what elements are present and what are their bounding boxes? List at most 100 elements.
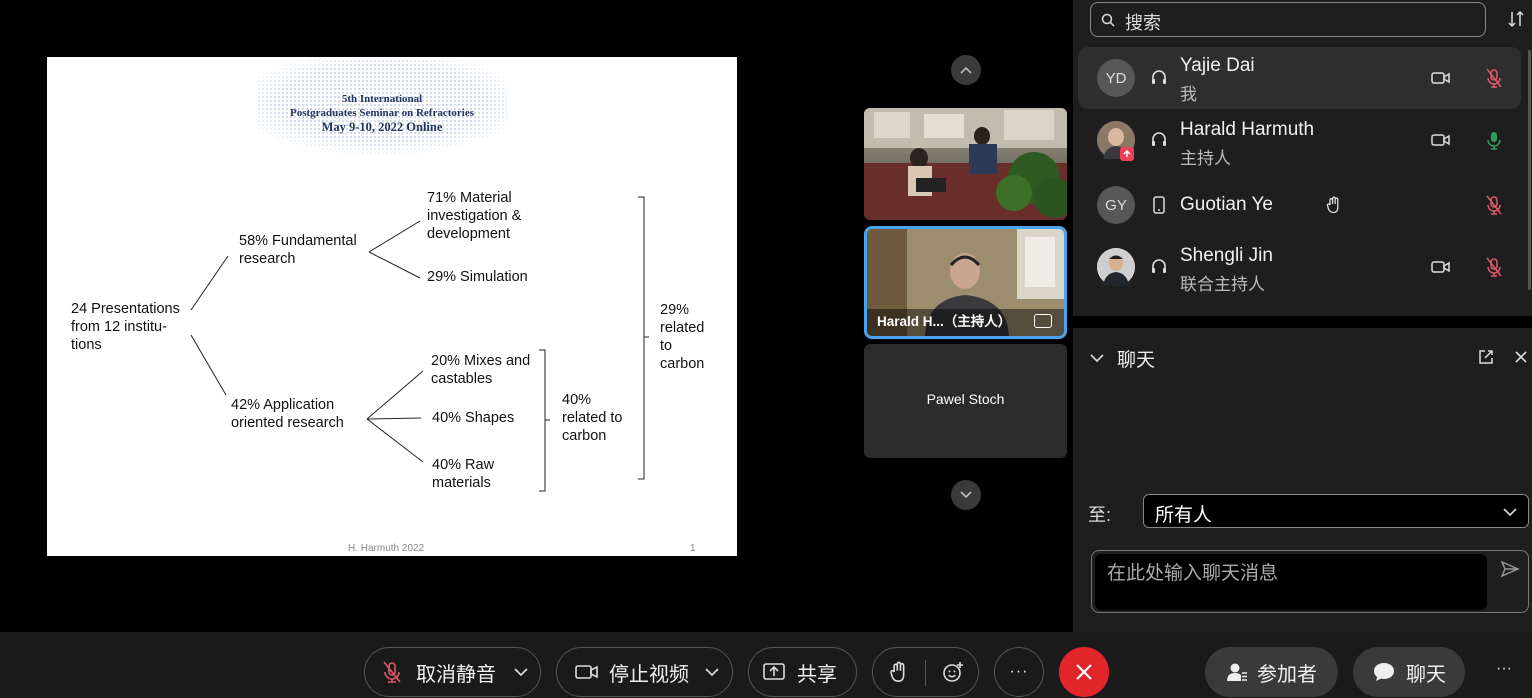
participant-name: Guotian Ye [1180,194,1273,215]
mic-muted-icon [383,661,401,683]
slide-footer-author: H. Harmuth 2022 [348,543,425,554]
toolbar-divider [925,660,926,686]
participant-search-input[interactable]: 搜索 [1090,2,1486,37]
participants-icon [1227,663,1247,681]
close-icon [1076,664,1092,680]
raised-hand-icon [890,661,905,682]
raise-hand-button[interactable] [887,660,911,684]
raised-hand-icon [1323,194,1345,216]
mic-muted-icon[interactable] [1483,256,1505,278]
video-camera-icon [575,665,598,679]
share-button[interactable]: 共享 [748,647,857,697]
search-placeholder: 搜索 [1125,13,1161,33]
scroll-down-button[interactable] [951,480,981,510]
video-tile-room[interactable] [864,108,1067,220]
participant-list-scrollbar[interactable] [1528,50,1531,290]
slide-page-number: 1 [690,543,696,554]
room-video-frame [864,108,1067,220]
application-node-text: 42% Application oriented research [231,397,344,431]
popout-chat-button[interactable] [1476,347,1496,367]
mic-muted-icon[interactable] [1483,67,1505,89]
headset-icon [1148,67,1170,89]
carbon-29-text: 29% related to carbon [660,302,705,372]
search-icon [1101,13,1115,27]
participant-role: 主持人 [1180,149,1231,168]
participant-name: Yajie Dai [1180,55,1255,76]
chat-bubble-icon [1374,663,1394,681]
collapse-chat-button[interactable] [1087,348,1107,368]
participant-role: 联合主持人 [1180,275,1265,294]
chat-title: 聊天 [1117,350,1156,371]
participants-label: 参加者 [1257,663,1317,686]
participant-row-shengli[interactable]: Shengli Jin 联合主持人 [1078,236,1521,298]
participant-row-yajie[interactable]: YD Yajie Dai 我 [1078,47,1521,109]
participant-name: Shengli Jin [1180,245,1273,266]
reactions-button[interactable] [941,660,965,684]
headset-icon [1148,256,1170,278]
stop-video-button[interactable]: 停止视频 [556,647,733,697]
avatar: YD [1097,59,1135,97]
headset-icon [1148,129,1170,151]
avatar: GY [1097,186,1135,224]
chat-message-input[interactable]: 在此处输入聊天消息 [1091,550,1529,613]
participant-role: 我 [1180,85,1197,104]
send-button[interactable] [1498,557,1522,581]
participant-name: Harald Harmuth [1180,119,1315,140]
chat-panel: 聊天 至: 所有人 在此处输入聊天消息 [1073,328,1532,632]
unmute-button[interactable]: 取消静音 [364,647,541,697]
shared-slide: 5th International Postgraduates Seminar … [47,57,737,556]
chat-input-field[interactable]: 在此处输入聊天消息 [1095,554,1487,610]
emoji-add-icon [943,662,963,682]
participants-button[interactable]: 参加者 [1205,647,1338,697]
chevron-down-icon [960,491,972,499]
stop-video-label: 停止视频 [609,663,689,686]
more-options-button[interactable]: ··· [994,647,1044,697]
participant-row-guotian[interactable]: GY Guotian Ye [1078,174,1521,236]
reactions-group [872,647,979,697]
chevron-down-icon [1503,508,1517,517]
share-screen-icon [763,663,785,680]
video-tile-active-speaker[interactable]: Harald H...（主持人） [864,226,1067,339]
simulation-node-text: 29% Simulation [427,269,528,285]
share-label: 共享 [797,663,837,686]
participants-panel: 搜索 YD Yajie Dai 我 Harald Harmuth 主持人 GY … [1073,0,1532,316]
active-speaker-name: Harald H...（主持人） [877,314,1012,329]
sort-button[interactable] [1505,8,1527,30]
recipient-select[interactable]: 所有人 [1143,494,1529,528]
shapes-node-text: 40% Shapes [432,410,515,426]
video-tile-pawel[interactable]: Pawel Stoch [864,344,1067,458]
send-icon [1500,560,1520,578]
popout-icon [1479,350,1493,364]
fundamental-node-text: 58% Fundamental research [239,233,357,267]
video-camera-icon[interactable] [1430,129,1452,151]
screen-share-icon [1034,314,1052,328]
participant-row-harald[interactable]: Harald Harmuth 主持人 [1078,109,1521,171]
leave-meeting-button[interactable] [1059,647,1109,697]
toolbar-overflow-button[interactable]: ··· [1496,660,1512,678]
meeting-toolbar: 取消静音 停止视频 共享 ··· 参加者 聊天 ··· [0,632,1532,698]
chat-button[interactable]: 聊天 [1353,647,1465,697]
chat-label: 聊天 [1406,663,1446,686]
chevron-down-icon [705,667,719,676]
mic-muted-icon[interactable] [1483,194,1505,216]
carbon-40-text: 40% related to carbon [562,392,623,444]
close-chat-button[interactable] [1511,347,1531,367]
scroll-up-button[interactable] [951,55,981,85]
unmute-label: 取消静音 [416,663,496,686]
root-node-text: 24 Presentations from 12 institu- tions [71,301,180,353]
phone-icon [1148,194,1170,216]
recipient-value: 所有人 [1155,505,1213,526]
chat-input-placeholder: 在此处输入聊天消息 [1107,563,1279,584]
video-camera-icon[interactable] [1430,67,1452,89]
mic-active-icon[interactable] [1483,129,1505,151]
more-options-label: ··· [1009,663,1029,680]
pawel-name: Pawel Stoch [926,391,1005,407]
recipient-label: 至: [1088,505,1112,525]
chevron-up-icon [960,66,972,74]
video-camera-icon[interactable] [1430,256,1452,278]
material-node-text: 71% Material investigation & development [427,190,522,242]
presenter-badge-icon [1120,147,1134,161]
raw-materials-node-text: 40% Raw materials [432,457,495,491]
sort-icon [1508,10,1524,28]
chevron-down-icon [514,667,528,676]
